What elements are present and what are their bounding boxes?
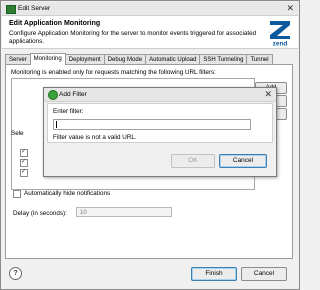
dialog-ok-button[interactable]: OK xyxy=(171,154,215,168)
dialog-body: Enter filter: Filter value is not a vali… xyxy=(47,103,273,143)
cancel-button[interactable]: Cancel xyxy=(241,267,287,281)
tab-monitoring[interactable]: Monitoring xyxy=(29,53,66,65)
delay-input[interactable]: 10 xyxy=(76,207,172,217)
wizard-header: Edit Application Monitoring Configure Ap… xyxy=(2,16,298,49)
event-checkbox-3[interactable] xyxy=(20,168,28,177)
dialog-title: Add Filter xyxy=(59,91,87,98)
close-icon[interactable]: ✕ xyxy=(286,3,294,13)
dialog-titlebar: Add Filter ✕ xyxy=(44,88,276,102)
add-filter-dialog: Add Filter ✕ Enter filter: Filter value … xyxy=(43,87,277,177)
window-title: Edit Server xyxy=(18,5,51,12)
event-checkbox-2[interactable] xyxy=(20,158,28,167)
green-circle-icon xyxy=(48,90,58,100)
zend-logo-text: zend xyxy=(273,41,288,48)
server-icon xyxy=(6,5,16,14)
page-description: Configure Application Monitoring for the… xyxy=(9,30,257,45)
event-checkbox-1[interactable] xyxy=(20,148,28,157)
auto-hide-checkbox[interactable] xyxy=(13,190,21,198)
text-caret xyxy=(56,121,57,128)
select-events-label: Sele xyxy=(11,130,24,137)
finish-button[interactable]: Finish xyxy=(191,267,237,281)
dialog-cancel-button[interactable]: Cancel xyxy=(219,154,267,168)
delay-label: Delay (in seconds): xyxy=(13,210,67,217)
window-titlebar: Edit Server ✕ xyxy=(2,2,298,16)
help-icon[interactable]: ? xyxy=(9,267,22,280)
validation-message: Filter value is not a valid URL. xyxy=(53,134,137,141)
filter-field-label: Enter filter: xyxy=(53,108,84,115)
dialog-close-icon[interactable]: ✕ xyxy=(264,89,272,99)
zend-logo: zend xyxy=(265,17,295,47)
filters-label: Monitoring is enabled only for requests … xyxy=(11,69,216,76)
page-title: Edit Application Monitoring xyxy=(9,20,101,27)
filter-input[interactable] xyxy=(53,119,251,130)
edit-server-window: Edit Server ✕ Edit Application Monitorin… xyxy=(0,0,300,290)
auto-hide-label: Automatically hide notifications xyxy=(24,190,111,197)
